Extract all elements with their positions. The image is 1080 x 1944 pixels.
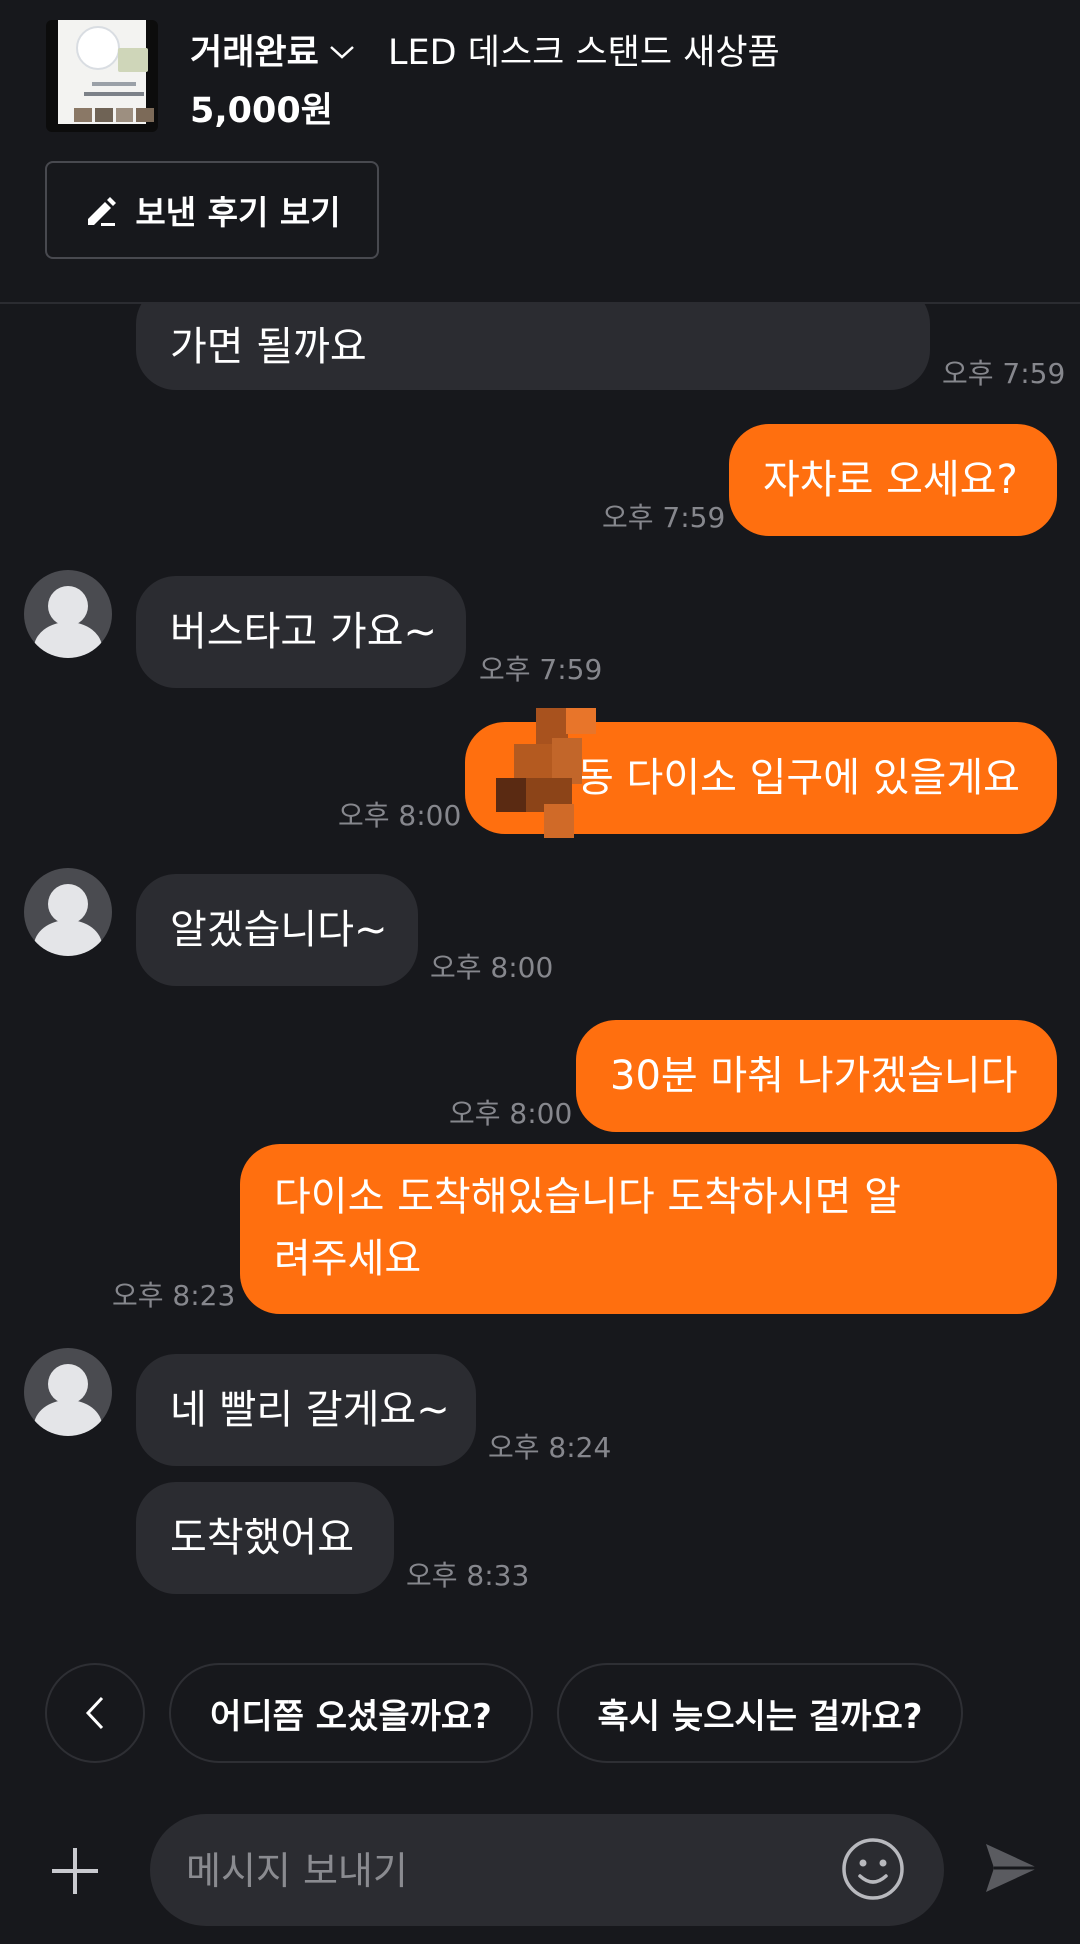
emoji-icon[interactable] (840, 1836, 906, 1902)
quick-reply-chip[interactable]: 혹시 늦으시는 걸까요? (557, 1663, 963, 1763)
message-timestamp: 오후 7:59 (602, 501, 726, 534)
message-input-container (150, 1814, 944, 1928)
quick-reply-back-button[interactable] (45, 1663, 145, 1763)
product-price: 5,000원 (190, 91, 333, 131)
message-bubble-sent[interactable]: 자차로 오세요? (729, 424, 1057, 536)
message-timestamp: 오후 7:59 (479, 653, 603, 686)
message-input[interactable] (184, 1814, 828, 1928)
trade-status-label: 거래완료 (190, 33, 319, 73)
send-icon[interactable] (982, 1838, 1042, 1898)
review-button-label: 보낸 후기 보기 (135, 193, 341, 232)
view-sent-review-button[interactable]: 보낸 후기 보기 (45, 161, 379, 259)
message-timestamp: 오후 8:24 (488, 1431, 612, 1464)
quick-reply-chip[interactable]: 어디쯤 오셨을까요? (169, 1663, 533, 1763)
redaction-mosaic (496, 708, 622, 838)
message-timestamp: 오후 7:59 (942, 357, 1066, 390)
user-avatar[interactable] (24, 868, 112, 956)
message-bubble-received[interactable]: 버스타고 가요~ (136, 576, 466, 688)
message-bubble-received[interactable]: 가면 될까요 (136, 304, 930, 390)
message-timestamp: 오후 8:33 (406, 1559, 530, 1592)
plus-icon[interactable] (46, 1842, 104, 1900)
user-avatar[interactable] (24, 1348, 112, 1436)
product-thumbnail[interactable] (46, 20, 158, 132)
user-avatar[interactable] (24, 570, 112, 658)
message-timestamp: 오후 8:00 (449, 1097, 573, 1130)
message-bubble-received[interactable]: 알겠습니다~ (136, 874, 418, 986)
chevron-down-icon (329, 45, 354, 59)
message-list[interactable]: 가면 될까요 오후 7:59 자차로 오세요? 오후 7:59 버스타고 가요~… (0, 304, 1080, 1624)
thumbnail-image (58, 20, 154, 124)
trade-status-dropdown[interactable]: 거래완료 (190, 24, 355, 75)
message-timestamp: 오후 8:00 (338, 799, 462, 832)
message-bubble-received[interactable]: 네 빨리 갈게요~ (136, 1354, 476, 1466)
product-title[interactable]: LED 데스크 스탠드 새상품 (388, 24, 780, 75)
message-bubble-received[interactable]: 도착했어요 (136, 1482, 394, 1594)
chat-header: 거래완료 LED 데스크 스탠드 새상품 5,000원 보낸 후기 보기 (0, 0, 1080, 304)
chevron-left-icon (85, 1696, 104, 1730)
pencil-icon (88, 197, 117, 226)
message-timestamp: 오후 8:23 (112, 1279, 236, 1312)
message-bubble-sent[interactable]: 30분 마춰 나가겠습니다 (576, 1020, 1057, 1132)
message-timestamp: 오후 8:00 (430, 951, 554, 984)
message-bubble-sent[interactable]: 다이소 도착해있습니다 도착하시면 알려주세요 (240, 1144, 1057, 1314)
